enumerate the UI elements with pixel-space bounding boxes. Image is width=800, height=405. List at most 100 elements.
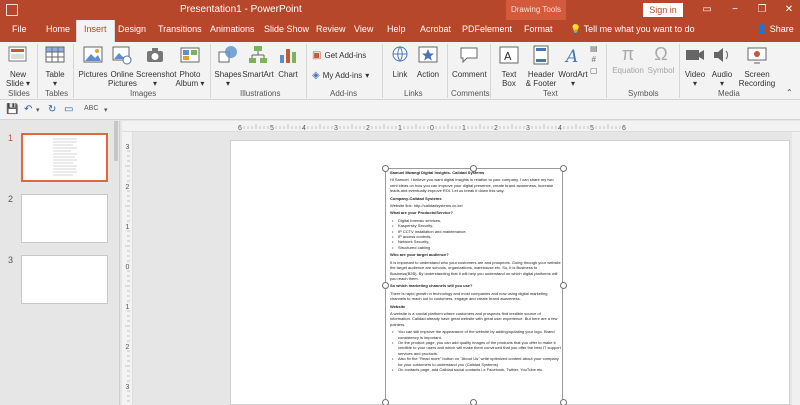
tab-review[interactable]: Review: [316, 24, 346, 34]
addins-icon: ◈: [312, 70, 320, 81]
group-separator: [679, 44, 680, 98]
scrollbar-thumb[interactable]: [114, 121, 118, 161]
title-bar: Presentation1 - PowerPoint Drawing Tools…: [0, 0, 800, 20]
text-box-button[interactable]: A Text Box: [496, 44, 522, 88]
sign-in-button[interactable]: Sign in: [643, 3, 683, 17]
link-label: Link: [392, 70, 408, 79]
photo-album-icon: [174, 44, 206, 68]
shapes-button[interactable]: Shapes ▾: [214, 44, 242, 88]
tab-transitions[interactable]: Transitions: [158, 24, 202, 34]
redo-icon[interactable]: ↻: [48, 104, 56, 115]
get-addins-button[interactable]: ▣ Get Add-ins: [312, 50, 366, 61]
tab-format[interactable]: Format: [524, 24, 553, 34]
doc-audience-question: Who are your target audience?: [390, 252, 449, 258]
selected-text-box[interactable]: Samuel Mwangi Digital Insights- Calidad …: [385, 168, 563, 405]
resize-handle-top[interactable]: [470, 165, 477, 172]
resize-handle-top-right[interactable]: [560, 165, 567, 172]
save-icon[interactable]: [6, 4, 18, 16]
tab-pdfelement[interactable]: PDFelement: [462, 24, 512, 34]
new-slide-button[interactable]: New Slide ▾: [4, 44, 32, 88]
header-footer-button[interactable]: Header & Footer: [524, 44, 558, 88]
action-button[interactable]: Action: [414, 44, 442, 79]
tell-me-search[interactable]: 💡 Tell me what you want to do: [570, 24, 695, 35]
resize-handle-bottom-right[interactable]: [560, 399, 567, 405]
slide-thumbnail-3[interactable]: [21, 255, 108, 304]
online-picture-icon: [108, 44, 136, 68]
text-box-content[interactable]: Samuel Mwangi Digital Insights- Calidad …: [390, 170, 562, 374]
list-item: Also fix the "Read more" button on "Abou…: [390, 356, 562, 367]
table-label: Table ▾: [45, 70, 65, 88]
audio-button[interactable]: Audio ▾: [708, 44, 736, 88]
save-icon[interactable]: 💾: [6, 104, 18, 115]
photo-album-label: Photo Album ▾: [175, 70, 205, 88]
doc-products-question: What are your Products/Service?: [390, 210, 453, 216]
share-button[interactable]: 👤 Share: [756, 24, 794, 35]
symbol-button[interactable]: Ω Symbol: [646, 44, 676, 75]
group-separator: [73, 44, 74, 98]
slide-canvas[interactable]: Samuel Mwangi Digital Insights- Calidad …: [230, 140, 790, 405]
resize-handle-bottom[interactable]: [470, 399, 477, 405]
tab-acrobat[interactable]: Acrobat: [420, 24, 451, 34]
tab-home[interactable]: Home: [46, 24, 70, 34]
minimize-button[interactable]: −: [728, 3, 742, 17]
thumbnails-scrollbar[interactable]: [113, 121, 119, 405]
object-icon[interactable]: ▢: [590, 66, 598, 75]
horizontal-ruler: 6 5 4 3 2 1 0 1 2 3 4 5 6: [122, 121, 800, 132]
wordart-icon: A: [558, 44, 588, 68]
comment-button[interactable]: Comment: [452, 44, 487, 79]
restore-button[interactable]: ❐: [755, 3, 769, 17]
screen-recording-button[interactable]: Screen Recording: [737, 44, 777, 88]
slide-thumbnail-1[interactable]: [21, 133, 108, 182]
resize-handle-bottom-left[interactable]: [382, 399, 389, 405]
slide-vertical-scrollbar[interactable]: [792, 132, 800, 405]
undo-dropdown-icon[interactable]: ▾: [36, 106, 40, 114]
table-button[interactable]: Table ▾: [42, 44, 68, 88]
slide-number-icon[interactable]: #: [592, 55, 596, 64]
resize-handle-left[interactable]: [382, 282, 389, 289]
resize-handle-top-left[interactable]: [382, 165, 389, 172]
tab-view[interactable]: View: [354, 24, 373, 34]
slide-thumbnail-2[interactable]: [21, 194, 108, 243]
vertical-ruler-ticks: 3 2 1 0 1 2 3: [125, 144, 130, 402]
tab-file[interactable]: File: [12, 24, 27, 34]
smartart-button[interactable]: SmartArt: [242, 44, 274, 79]
start-from-beginning-icon[interactable]: ▭: [64, 104, 73, 115]
spelling-icon[interactable]: ABC: [84, 105, 98, 112]
my-addins-button[interactable]: ◈ My Add-ins ▾: [312, 70, 369, 81]
doc-products-list: Digital forensic services, Kaspersky Sec…: [390, 218, 562, 251]
online-pictures-button[interactable]: Online Pictures: [108, 44, 137, 88]
wordart-button[interactable]: A WordArt ▾: [558, 44, 588, 88]
photo-album-button[interactable]: Photo Album ▾: [174, 44, 206, 88]
tab-slide-show[interactable]: Slide Show: [264, 24, 309, 34]
close-button[interactable]: ✕: [782, 3, 796, 17]
doc-website-text: A website is a crucial platform where cu…: [390, 310, 558, 327]
equation-button[interactable]: π Equation: [610, 44, 646, 75]
undo-icon[interactable]: ↶: [24, 104, 32, 115]
smartart-icon: [242, 44, 274, 68]
resize-handle-right[interactable]: [560, 282, 567, 289]
pictures-button[interactable]: Pictures: [78, 44, 108, 79]
tab-design[interactable]: Design: [118, 24, 146, 34]
doc-channels-text: There is rapid growth in technology and …: [390, 290, 548, 302]
chart-button[interactable]: Chart: [276, 44, 300, 79]
screenshot-button[interactable]: Screenshot ▾: [136, 44, 177, 88]
group-comments-label: Comments: [451, 89, 490, 98]
ruler-tick-label: 4: [558, 125, 562, 132]
tab-animations[interactable]: Animations: [210, 24, 255, 34]
chevron-down-icon: ▾: [365, 71, 370, 80]
tab-help[interactable]: Help: [387, 24, 406, 34]
customize-qat-icon[interactable]: ▾: [104, 106, 108, 114]
link-button[interactable]: Link: [388, 44, 412, 79]
list-item: Structured cabling: [390, 245, 562, 251]
ribbon-insert: New Slide ▾ Slides Table ▾ Tables Pictur…: [0, 42, 800, 100]
action-star-icon: [414, 44, 442, 68]
ribbon-display-options-icon[interactable]: ▭: [700, 3, 714, 17]
comment-icon: [452, 44, 486, 68]
collapse-ribbon-icon[interactable]: ⌃: [786, 88, 793, 97]
tab-insert[interactable]: Insert: [76, 20, 115, 42]
equation-label: Equation: [612, 66, 644, 75]
video-button[interactable]: Video ▾: [682, 44, 708, 88]
ruler-tick-label: 6: [238, 125, 242, 132]
screenshot-label: Screenshot ▾: [136, 70, 177, 88]
date-time-icon[interactable]: ▤: [590, 44, 598, 53]
